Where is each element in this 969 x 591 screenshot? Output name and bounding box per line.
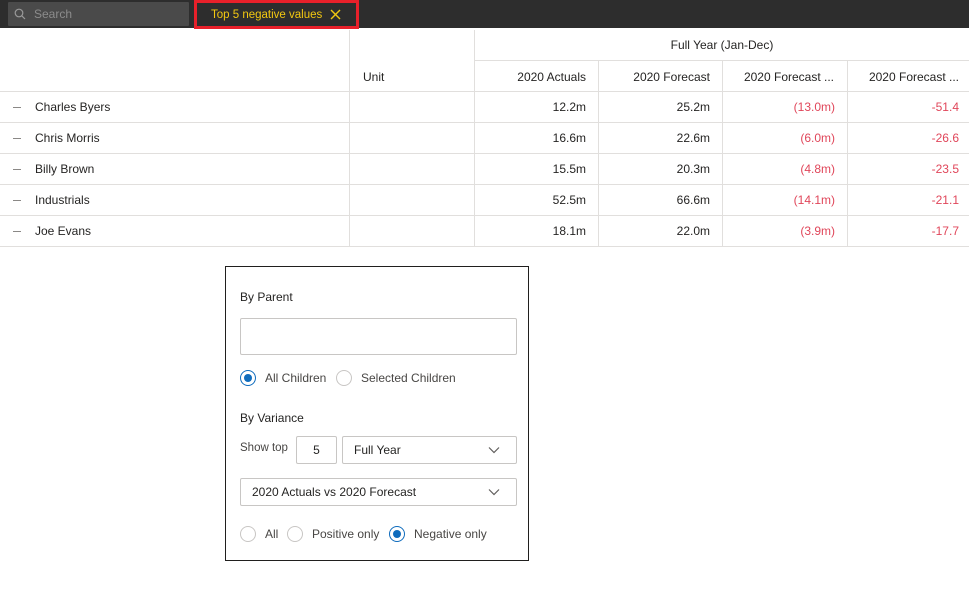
table-row[interactable]: Chris Morris 16.6m 22.6m (6.0m) -26.6 [0,123,969,154]
radio-circle[interactable] [240,526,256,542]
variance-cell: (6.0m) [800,131,835,145]
chevron-down-icon [488,485,502,499]
variance-pct-cell: -17.7 [931,224,959,238]
top-toolbar: Top 5 negative values [0,0,969,29]
radio-circle[interactable] [287,526,303,542]
actuals-cell: 18.1m [552,224,586,238]
show-top-label: Show top [240,442,288,454]
parent-input[interactable] [240,318,517,355]
period-dropdown-value: Full Year [354,443,401,457]
unit-cell [363,216,473,246]
radio-positive-only[interactable]: Positive only [287,526,379,542]
row-name: Chris Morris [35,131,100,145]
table-row[interactable]: Billy Brown 15.5m 20.3m (4.8m) -23.5 [0,154,969,185]
actuals-cell: 52.5m [552,193,586,207]
comparison-dropdown[interactable]: 2020 Actuals vs 2020 Forecast [240,478,517,506]
row-name: Industrials [35,193,90,207]
variance-pct-cell: -21.1 [931,193,959,207]
unit-cell [363,154,473,184]
column-header-actuals[interactable]: 2020 Actuals [475,61,598,92]
row-name: Billy Brown [35,162,95,176]
search-input[interactable] [34,7,184,21]
radio-label: All [265,527,279,541]
table-row[interactable]: Charles Byers 12.2m 25.2m (13.0m) -51.4 [0,92,969,123]
radio-all[interactable]: All [240,526,278,542]
column-header-unit[interactable]: Unit [363,61,384,92]
radio-label: All Children [265,371,327,385]
row-name-cell[interactable]: Joe Evans [0,216,349,246]
table-row[interactable]: Joe Evans 18.1m 22.0m (3.9m) -17.7 [0,216,969,247]
variance-pct-cell: -23.5 [931,162,959,176]
filter-panel: By Parent All Children Selected Children… [225,266,529,561]
column-header-variance-pct[interactable]: 2020 Forecast ... [848,61,969,92]
search-box[interactable] [8,2,189,26]
active-filter-label: Top 5 negative values [211,8,323,21]
radio-circle[interactable] [240,370,256,386]
close-icon[interactable] [330,9,341,20]
variance-pct-cell: -26.6 [931,131,959,145]
forecast-cell: 66.6m [676,193,710,207]
radio-label: Selected Children [361,371,456,385]
active-filter-chip[interactable]: Top 5 negative values [194,0,359,29]
radio-circle[interactable] [389,526,405,542]
unit-cell [363,123,473,153]
show-top-input[interactable] [296,436,337,464]
forecast-cell: 22.0m [676,224,710,238]
collapse-dash-icon[interactable] [13,231,21,232]
forecast-cell: 22.6m [676,131,710,145]
forecast-cell: 25.2m [676,100,710,114]
chevron-down-icon [488,443,502,457]
collapse-dash-icon[interactable] [13,138,21,139]
row-name-cell[interactable]: Industrials [0,185,349,215]
table-row[interactable]: Industrials 52.5m 66.6m (14.1m) -21.1 [0,185,969,216]
forecast-cell: 20.3m [676,162,710,176]
actuals-cell: 15.5m [552,162,586,176]
unit-cell [363,92,473,122]
variance-cell: (13.0m) [793,100,835,114]
row-name: Joe Evans [35,224,92,238]
actuals-cell: 16.6m [552,131,586,145]
collapse-dash-icon[interactable] [13,107,21,108]
radio-all-children[interactable]: All Children [240,370,326,386]
radio-circle[interactable] [336,370,352,386]
row-name-cell[interactable]: Charles Byers [0,92,349,122]
row-name-cell[interactable]: Billy Brown [0,154,349,184]
column-header-forecast[interactable]: 2020 Forecast [599,61,722,92]
variance-pct-cell: -51.4 [931,100,959,114]
table-header: Full Year (Jan-Dec) Unit 2020 Actuals 20… [0,30,969,92]
by-variance-title: By Variance [240,411,304,425]
variance-cell: (3.9m) [800,224,835,238]
column-group-header: Full Year (Jan-Dec) [475,30,969,61]
search-icon [14,7,28,21]
column-header-variance[interactable]: 2020 Forecast ... [723,61,847,92]
radio-label: Positive only [312,527,380,541]
row-name-cell[interactable]: Chris Morris [0,123,349,153]
variance-cell: (4.8m) [800,162,835,176]
variance-cell: (14.1m) [793,193,835,207]
row-name: Charles Byers [35,100,111,114]
radio-label: Negative only [414,527,487,541]
comparison-dropdown-value: 2020 Actuals vs 2020 Forecast [252,485,417,499]
radio-negative-only[interactable]: Negative only [389,526,487,542]
radio-selected-children[interactable]: Selected Children [336,370,456,386]
collapse-dash-icon[interactable] [13,200,21,201]
period-dropdown[interactable]: Full Year [342,436,517,464]
collapse-dash-icon[interactable] [13,169,21,170]
unit-cell [363,185,473,215]
by-parent-title: By Parent [240,290,293,304]
actuals-cell: 12.2m [552,100,586,114]
